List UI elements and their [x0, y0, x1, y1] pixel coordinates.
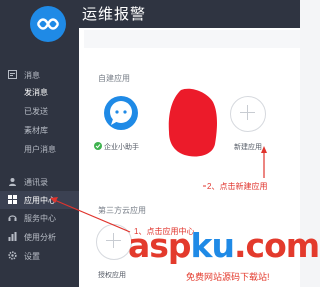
watermark-logo: aspku.com [128, 226, 320, 265]
watermark-tagline: 免费网站源码下载站! [186, 272, 270, 282]
